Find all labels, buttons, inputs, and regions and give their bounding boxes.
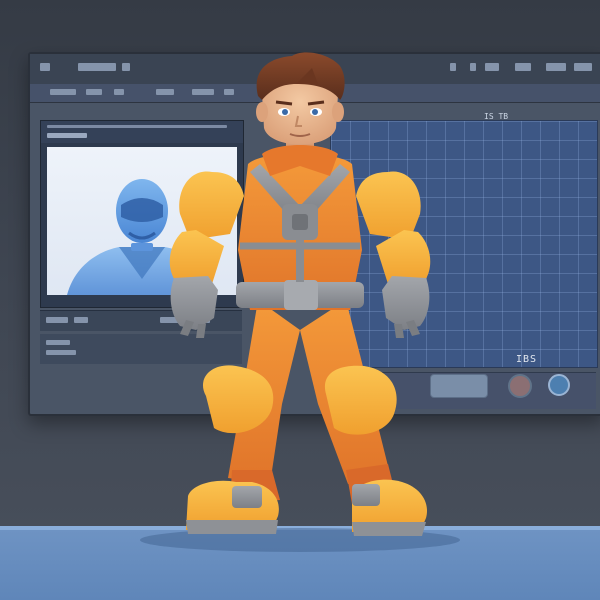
timeline-glyph [160,317,180,323]
toolbar-icon [78,63,116,71]
toolbar-icon [40,63,50,71]
scene: IS TB IBS [0,0,600,600]
status-glyph [46,340,70,345]
menu-glyph [156,89,174,95]
viewport-status [40,334,242,364]
monitor-toolbar [30,54,600,85]
toolbar-icon [450,63,456,71]
timeline-glyph [188,317,210,323]
status-label: IBS [516,354,538,365]
background-monitor: IS TB IBS [28,52,600,416]
toolbar-icon [122,63,130,71]
preview-viewport [40,120,244,308]
viewport-header [41,121,243,143]
toolbar-icon [515,63,531,71]
menu-glyph [50,89,76,95]
timeline-glyph [74,317,88,323]
preview-canvas [47,147,237,295]
blueprint-grid [330,120,598,368]
monitor-circle-icon [548,374,570,396]
viewport-header-line [47,125,227,128]
studio-floor [0,530,600,600]
menu-glyph [114,89,124,95]
monitor-button [430,374,488,398]
toolbar-icon [546,63,566,71]
toolbar-icon [574,63,592,71]
status-glyph [46,350,76,355]
monitor-dial-icon [508,374,532,398]
menu-glyph [224,89,234,95]
toolbar-icon [470,63,476,71]
menu-glyph [192,89,214,95]
grid-label: IS TB [484,112,509,121]
hologram-figure [67,179,217,295]
viewport-header-tab [47,133,87,138]
toolbar-icon [485,63,499,71]
viewport-timeline [40,310,242,331]
monitor-menubar [30,84,600,103]
timeline-glyph [46,317,68,323]
menu-glyph [86,89,102,95]
